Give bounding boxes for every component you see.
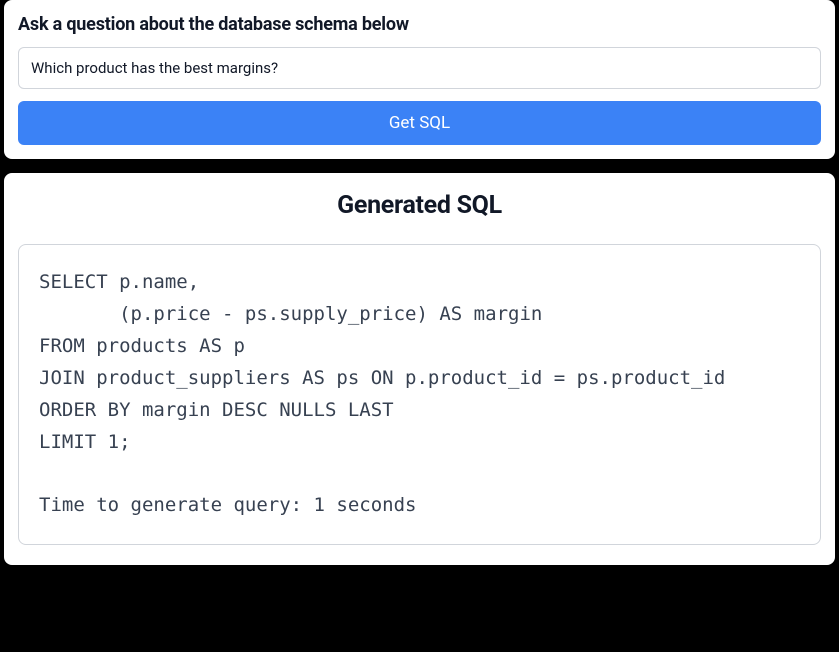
generated-sql-card: Generated SQL SELECT p.name, (p.price - … — [4, 173, 835, 565]
query-input-card: Ask a question about the database schema… — [4, 0, 835, 159]
sql-code-block: SELECT p.name, (p.price - ps.supply_pric… — [18, 244, 821, 545]
prompt-heading: Ask a question about the database schema… — [18, 14, 821, 35]
question-input[interactable] — [18, 47, 821, 89]
generated-sql-heading: Generated SQL — [18, 191, 821, 220]
get-sql-button[interactable]: Get SQL — [18, 101, 821, 145]
